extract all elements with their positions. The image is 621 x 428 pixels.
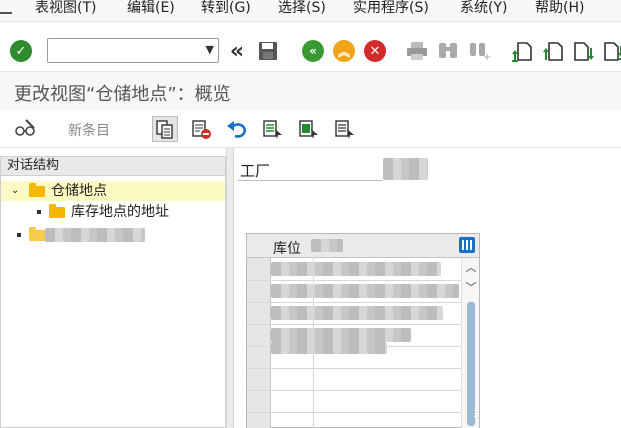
menu-help[interactable]: 帮助(H) [535,0,584,22]
menu-goto[interactable]: 转到(G) [201,0,251,22]
menu-select[interactable]: 选择(S) [278,0,326,22]
panel-splitter[interactable] [226,148,234,428]
back-icon[interactable]: « [302,40,324,62]
table-settings-icon[interactable] [459,237,475,253]
dialog-structure-header: 对话结构 [1,157,225,176]
obscured-header-text [311,239,343,252]
save-icon[interactable] [257,40,279,62]
menu-system[interactable]: 系统(Y) [460,0,507,22]
exit-icon[interactable]: ︽ [333,40,355,62]
table-header: 库位 [247,234,479,258]
chevron-down-icon[interactable]: ▼ [206,43,214,56]
folder-icon [49,204,65,218]
scroll-thumb[interactable] [467,302,478,426]
find-next-icon[interactable]: + [468,40,490,62]
standard-toolbar: ✓ ▼ « « ︽ ✕ + [0,22,621,72]
select-all-icon[interactable] [262,118,284,140]
delete-icon[interactable] [190,118,212,140]
page-title: 更改视图“仓储地点”：概览 [14,84,231,105]
vertical-scrollbar[interactable]: ︿ ﹀ [461,258,479,428]
plant-underline [238,180,383,181]
tree-node-label: 库存地点的地址 [71,204,169,220]
bullet-icon [37,210,41,214]
scroll-up-icon[interactable]: ︿ [462,260,480,276]
table-row[interactable] [271,342,387,354]
folder-icon [29,227,45,241]
scroll-down-icon[interactable]: ﹀ [462,280,480,296]
previous-page-icon[interactable] [542,40,564,62]
menu-icon[interactable] [0,4,12,14]
copy-as-button[interactable] [152,116,178,142]
last-page-icon[interactable] [603,40,621,62]
menu-table-view[interactable]: 表视图(T) [35,0,96,22]
table-row[interactable] [271,262,441,276]
row-selector-column[interactable] [247,258,271,428]
deselect-all-icon[interactable] [334,118,356,140]
new-entries-button[interactable]: 新条目 [68,120,110,140]
table-row[interactable] [271,328,411,342]
next-page-icon[interactable] [573,40,595,62]
menu-utilities[interactable]: 实用程序(S) [353,0,429,22]
plant-label: 工厂 [240,162,271,180]
table-row[interactable] [271,284,459,298]
command-input[interactable] [48,39,198,62]
menu-bar: 表视图(T) 编辑(E) 转到(G) 选择(S) 实用程序(S) 系统(Y) 帮… [0,0,621,22]
tree-node-storage-address[interactable]: 库存地点的地址 [1,202,225,222]
open-folder-icon [29,183,45,197]
obscured-label [45,228,145,242]
title-bar: 更改视图“仓储地点”：概览 [0,72,621,110]
table-row[interactable] [271,306,443,320]
command-field[interactable]: ▼ [47,38,219,63]
select-block-icon[interactable] [298,118,320,140]
bullet-icon [17,233,21,237]
tree-node-obscured[interactable] [1,225,225,245]
undo-icon[interactable] [226,118,248,140]
storage-location-table: 库位 ︿ ﹀ [246,233,480,428]
tree-node-label: 仓储地点 [51,183,107,199]
double-chevron-left-icon[interactable]: « [226,39,248,64]
plant-value-obscured [383,158,428,180]
cancel-icon[interactable]: ✕ [364,40,386,62]
application-toolbar: 新条目 [0,110,621,148]
column-header-storage-location[interactable]: 库位 [273,238,301,258]
menu-edit[interactable]: 编辑(E) [127,0,175,22]
tree-node-storage-location[interactable]: ⌄ 仓储地点 [1,181,225,201]
display-change-glasses-icon[interactable] [14,118,36,140]
first-page-icon[interactable] [511,40,533,62]
print-icon[interactable] [406,40,428,62]
enter-check-icon[interactable]: ✓ [10,40,32,62]
dialog-structure-panel: 对话结构 ⌄ 仓储地点 库存地点的地址 [0,156,226,428]
find-icon[interactable] [437,40,459,62]
svg-text:+: + [483,52,490,61]
chevron-down-icon[interactable]: ⌄ [11,181,19,201]
